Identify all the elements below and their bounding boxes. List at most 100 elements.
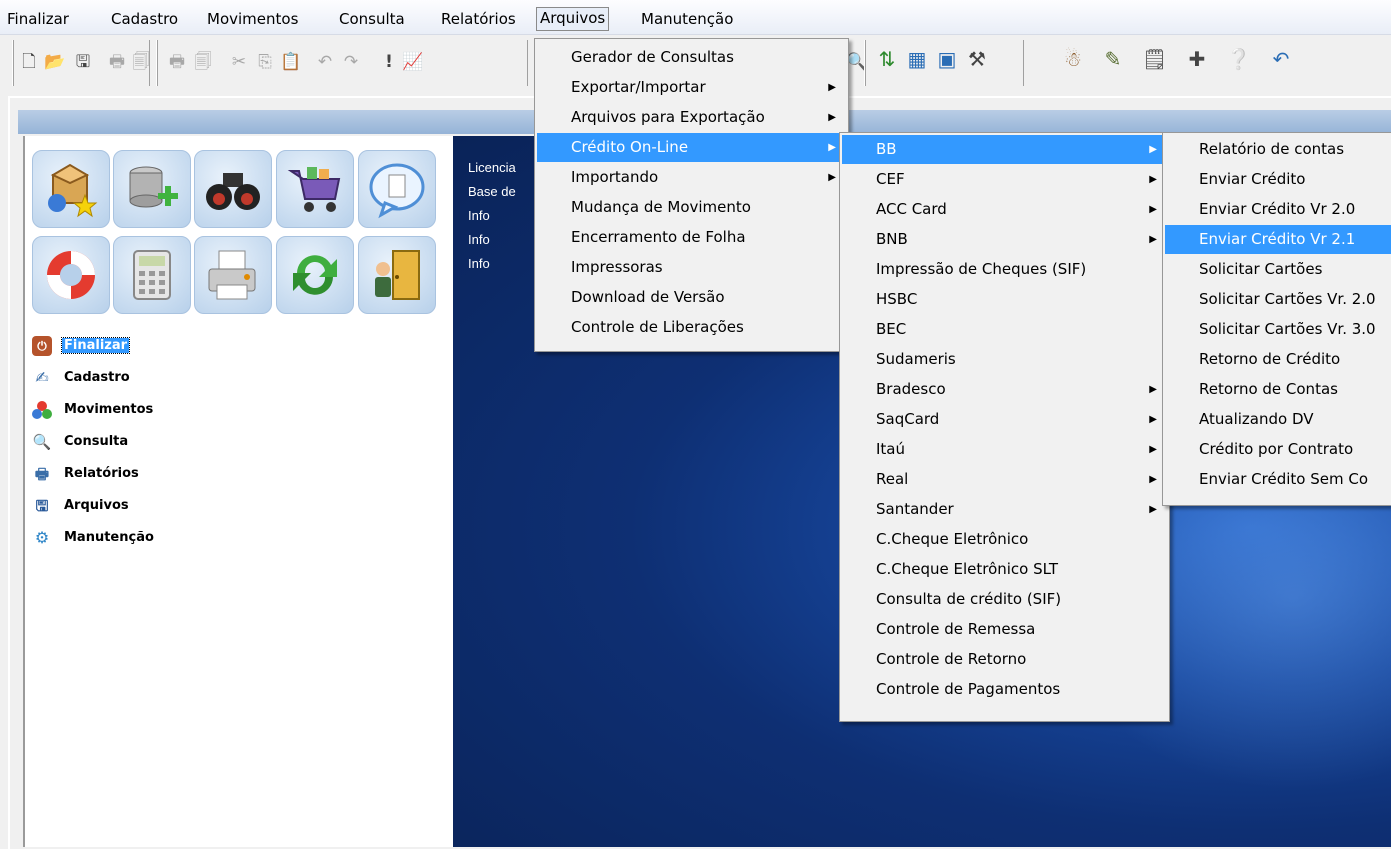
save-icon[interactable]: 🖫 — [72, 51, 94, 73]
menu-item-gerador-consultas[interactable]: Gerador de Consultas — [537, 43, 846, 72]
menu-item-encerramento-folha[interactable]: Encerramento de Folha — [537, 223, 846, 252]
menu-finalizar[interactable]: Finalizar — [4, 8, 72, 30]
edit-document-icon[interactable]: ✎ — [1102, 48, 1124, 70]
tile-printer[interactable] — [194, 236, 272, 314]
menu-item-bradesco[interactable]: Bradesco ▶ — [842, 375, 1167, 404]
menu-item-enviar-credito-vr21[interactable]: Enviar Crédito Vr 2.1 — [1165, 225, 1391, 254]
open-folder-icon[interactable]: 📂 — [44, 51, 66, 73]
print-icon[interactable]: 🖶 — [106, 51, 128, 73]
menu-item-cef[interactable]: CEF ▶ — [842, 165, 1167, 194]
sort-icon[interactable]: ⇅ — [876, 48, 898, 70]
print-preview-icon[interactable]: 🗐 — [192, 51, 214, 73]
help-icon[interactable]: ❔ — [1226, 48, 1251, 70]
submenu-arrow-icon: ▶ — [1149, 144, 1157, 155]
undo-icon[interactable]: ↶ — [1270, 48, 1292, 70]
menu-consulta[interactable]: Consulta — [336, 8, 408, 30]
menu-item-importando[interactable]: Importando ▶ — [537, 163, 846, 192]
menu-item-controle-retorno[interactable]: Controle de Retorno — [842, 645, 1167, 674]
menu-item-atualizando-dv[interactable]: Atualizando DV — [1165, 405, 1391, 434]
chart-icon[interactable]: 📈 — [402, 51, 424, 73]
bb-menu: Relatório de contas Enviar Crédito Envia… — [1162, 132, 1391, 506]
menu-item-credito-contrato[interactable]: Crédito por Contrato — [1165, 435, 1391, 464]
printer-icon — [208, 250, 256, 300]
menu-item-consulta-credito[interactable]: Consulta de crédito (SIF) — [842, 585, 1167, 614]
movimentos-icon — [32, 400, 52, 420]
submenu-arrow-icon: ▶ — [1149, 474, 1157, 485]
menu-item-cheque-eletronico-slt[interactable]: C.Cheque Eletrônico SLT — [842, 555, 1167, 584]
floppy-icon: 🖫 — [35, 497, 49, 515]
printer-icon: 🖶 — [34, 465, 50, 483]
new-file-icon[interactable]: 🗋 — [18, 51, 40, 73]
menu-item-hsbc[interactable]: HSBC — [842, 285, 1167, 314]
nav-consulta[interactable]: 🔍 Consulta — [32, 430, 130, 454]
menu-item-sudameris[interactable]: Sudameris — [842, 345, 1167, 374]
menu-item-real[interactable]: Real ▶ — [842, 465, 1167, 494]
menu-item-enviar-credito-vr20[interactable]: Enviar Crédito Vr 2.0 — [1165, 195, 1391, 224]
gear-icon: ⚙ — [34, 528, 50, 547]
menu-item-cheque-eletronico[interactable]: C.Cheque Eletrônico — [842, 525, 1167, 554]
menu-item-retorno-contas[interactable]: Retorno de Contas — [1165, 375, 1391, 404]
print-icon[interactable]: 🖶 — [166, 51, 188, 73]
menu-item-relatorio-contas[interactable]: Relatório de contas — [1165, 135, 1391, 164]
menu-item-bnb[interactable]: BNB ▶ — [842, 225, 1167, 254]
tile-refresh[interactable] — [276, 236, 354, 314]
menu-item-exportar-importar[interactable]: Exportar/Importar ▶ — [537, 73, 846, 102]
tile-box-star[interactable] — [32, 150, 110, 228]
menu-item-controle-liberacoes[interactable]: Controle de Liberações — [537, 313, 846, 342]
properties-icon[interactable]: 🗒 — [1142, 48, 1167, 70]
redo-icon[interactable]: ↷ — [340, 51, 362, 73]
nav-movimentos[interactable]: Movimentos — [32, 398, 155, 422]
menu-item-arquivos-exportacao[interactable]: Arquivos para Exportação ▶ — [537, 103, 846, 132]
tile-shopping-cart[interactable] — [276, 150, 354, 228]
tile-binoculars[interactable] — [194, 150, 272, 228]
menu-item-retorno-credito[interactable]: Retorno de Crédito — [1165, 345, 1391, 374]
menu-item-santander[interactable]: Santander ▶ — [842, 495, 1167, 524]
menu-item-bec[interactable]: BEC — [842, 315, 1167, 344]
nav-arquivos[interactable]: 🖫 Arquivos — [32, 494, 131, 518]
menu-item-solicitar-cartoes[interactable]: Solicitar Cartões — [1165, 255, 1391, 284]
menu-item-controle-remessa[interactable]: Controle de Remessa — [842, 615, 1167, 644]
tile-database-add[interactable] — [113, 150, 191, 228]
menu-item-controle-pagamentos[interactable]: Controle de Pagamentos — [842, 675, 1167, 704]
nav-finalizar[interactable]: ⏻ Finalizar — [32, 334, 131, 358]
menu-item-impressao-cheques[interactable]: Impressão de Cheques (SIF) — [842, 255, 1167, 284]
menu-cadastro[interactable]: Cadastro — [108, 8, 181, 30]
menu-item-enviar-credito[interactable]: Enviar Crédito — [1165, 165, 1391, 194]
report-icon[interactable]: ▦ — [906, 48, 928, 70]
tile-calculator[interactable] — [113, 236, 191, 314]
cut-icon[interactable]: ✂ — [228, 51, 250, 73]
tile-door-exit[interactable] — [358, 236, 436, 314]
menu-item-impressoras[interactable]: Impressoras — [537, 253, 846, 282]
menu-manutencao[interactable]: Manutenção — [638, 8, 736, 30]
print-preview-icon[interactable]: 🗐 — [130, 51, 152, 73]
menu-item-download-versao[interactable]: Download de Versão — [537, 283, 846, 312]
undo-icon[interactable]: ↶ — [314, 51, 336, 73]
menu-item-enviar-credito-sem-contrato[interactable]: Enviar Crédito Sem Co — [1165, 465, 1391, 494]
nav-cadastro[interactable]: ✍ Cadastro — [32, 366, 132, 390]
tools-icon[interactable]: ⚒ — [966, 48, 988, 70]
menu-item-itau[interactable]: Itaú ▶ — [842, 435, 1167, 464]
menu-movimentos[interactable]: Movimentos — [204, 8, 301, 30]
database-add-icon — [129, 166, 178, 208]
nav-relatorios[interactable]: 🖶 Relatórios — [32, 462, 141, 486]
add-icon[interactable]: ✚ — [1186, 48, 1208, 70]
nav-manutencao[interactable]: ⚙ Manutenção — [32, 526, 156, 550]
menu-item-acc-card[interactable]: ACC Card ▶ — [842, 195, 1167, 224]
menu-item-solicitar-cartoes-vr20[interactable]: Solicitar Cartões Vr. 2.0 — [1165, 285, 1391, 314]
menu-item-bb[interactable]: BB ▶ — [842, 135, 1167, 164]
submenu-arrow-icon: ▶ — [1149, 384, 1157, 395]
menu-relatorios[interactable]: Relatórios — [438, 8, 519, 30]
menu-item-solicitar-cartoes-vr30[interactable]: Solicitar Cartões Vr. 3.0 — [1165, 315, 1391, 344]
form-icon[interactable]: ▣ — [936, 48, 958, 70]
menu-item-credito-online[interactable]: Crédito On-Line ▶ — [537, 133, 846, 162]
user-icon[interactable]: ☃ — [1062, 48, 1084, 70]
menu-item-saqcard[interactable]: SaqCard ▶ — [842, 405, 1167, 434]
tile-lifebuoy[interactable] — [32, 236, 110, 314]
copy-icon[interactable]: ⎘ — [254, 51, 276, 73]
paste-icon[interactable]: 📋 — [280, 51, 302, 73]
menu-arquivos[interactable]: Arquivos — [536, 7, 610, 31]
tile-speech-bubble[interactable] — [358, 150, 436, 228]
submenu-arrow-icon: ▶ — [1149, 234, 1157, 245]
menu-item-mudanca-movimento[interactable]: Mudança de Movimento — [537, 193, 846, 222]
exclamation-icon[interactable]: ! — [378, 51, 400, 73]
